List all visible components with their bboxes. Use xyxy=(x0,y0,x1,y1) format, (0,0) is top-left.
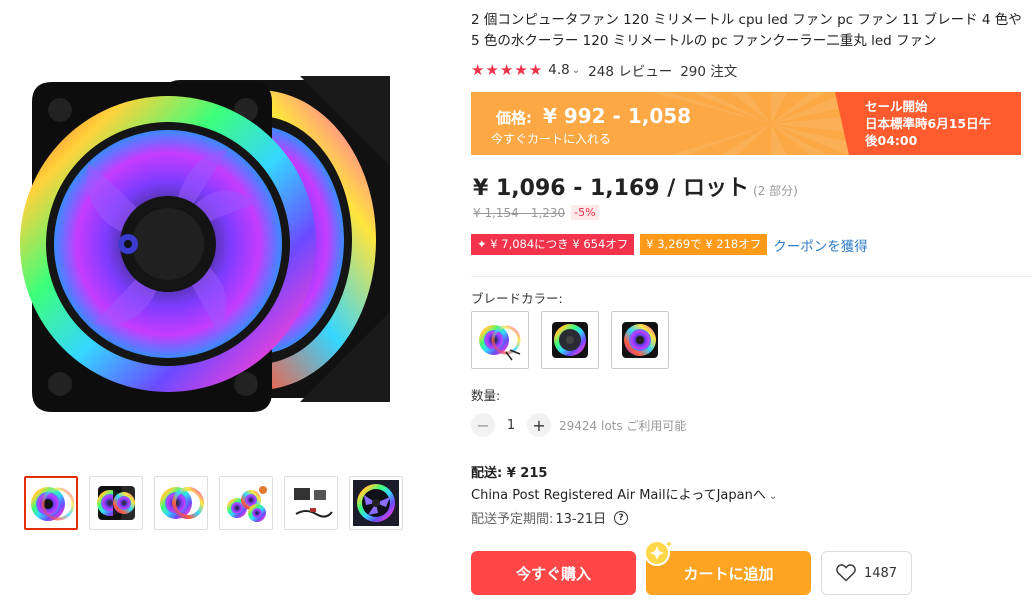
heart-icon[interactable] xyxy=(836,564,856,582)
star-icon: ★ xyxy=(528,61,543,79)
current-price-value: ¥ 1,096 - 1,169 / ロット xyxy=(473,176,749,201)
variant-option-1[interactable] xyxy=(471,311,529,369)
quantity-label: 数量: xyxy=(471,388,501,403)
add-to-cart-button[interactable]: カートに追加 xyxy=(644,540,811,595)
promo-subtitle: 今すぐカートに入れる xyxy=(491,132,612,146)
main-product-image[interactable] xyxy=(18,62,418,422)
shipping-cost: 配送: ¥ 215 xyxy=(471,466,548,481)
sale-start-line3: 後04:00 xyxy=(865,133,918,148)
original-price-row: ¥ 1,154 - 1,230 -5% xyxy=(473,205,599,220)
star-icon: ★ xyxy=(485,61,499,79)
fan-front-shape xyxy=(20,82,316,412)
sale-start-line1: セール開始 xyxy=(865,99,928,114)
buy-now-button[interactable]: 今すぐ購入 xyxy=(471,551,636,595)
plus-icon[interactable]: + xyxy=(527,413,551,437)
original-price: ¥ 1,154 - 1,230 xyxy=(473,205,566,220)
unit-note: (2 部分) xyxy=(752,184,798,198)
thumbnail-5[interactable] xyxy=(284,476,338,530)
add-to-cart-label[interactable]: カートに追加 xyxy=(683,563,773,584)
sparkle-badge-icon xyxy=(644,540,672,566)
thumbnail-6[interactable] xyxy=(349,476,403,530)
shipping-method-text[interactable]: China Post Registered Air MailによってJapanへ xyxy=(471,488,766,503)
chevron-down-icon[interactable]: ⌄ xyxy=(769,491,777,502)
thumbnail-2[interactable] xyxy=(89,476,143,530)
coupon-select[interactable]: ¥ 3,269で ¥ 218オフ xyxy=(640,234,768,255)
quantity-stepper: − 1 + 29424 lots ご利用可能 xyxy=(471,413,686,437)
sale-start-line2: 日本標準時6月15日午 xyxy=(865,116,992,131)
quantity-value[interactable]: 1 xyxy=(495,418,527,433)
chevron-down-icon[interactable]: ⌄ xyxy=(572,65,580,76)
question-icon[interactable]: ? xyxy=(614,510,629,525)
coupon-store[interactable]: ✦ ¥ 7,084につき ¥ 654オフ xyxy=(471,234,635,255)
rating-row: ★ ★ ★ ★ ★ 4.8 ⌄ 248 レビュー 290 注文 xyxy=(471,60,737,80)
star-icon: ★ xyxy=(471,61,485,79)
thumbnail-strip xyxy=(24,476,403,530)
promo-price-value: ¥ 992 - 1,058 xyxy=(542,104,692,128)
star-icon: ★ xyxy=(514,61,528,79)
blade-color-label: ブレードカラー: xyxy=(471,291,563,306)
shipping-method[interactable]: China Post Registered Air MailによってJapanへ… xyxy=(471,484,785,503)
promo-banner: 価格: ¥ 992 - 1,058 今すぐカートに入れる セール開始 日本標準時… xyxy=(471,92,1021,155)
star-icon: ★ xyxy=(499,61,514,79)
rating-value[interactable]: 4.8 xyxy=(548,62,569,78)
promo-price: 価格: ¥ 992 - 1,058 xyxy=(496,104,691,128)
reviews-link[interactable]: 248 レビュー xyxy=(588,60,672,80)
product-title: 2 個コンピュータファン 120 ミリメートル cpu led ファン pc フ… xyxy=(471,12,1022,49)
promo-price-label: 価格: xyxy=(496,109,532,127)
thumbnail-3[interactable] xyxy=(154,476,208,530)
get-coupon-link[interactable]: クーポンを獲得 xyxy=(773,235,868,255)
minus-icon[interactable]: − xyxy=(471,413,495,437)
eta-value: 13-21日 xyxy=(555,512,607,527)
thumbnail-4[interactable] xyxy=(219,476,273,530)
variant-option-2[interactable] xyxy=(541,311,599,369)
current-price: ¥ 1,096 - 1,169 / ロット (2 部分) xyxy=(473,170,798,202)
thumbnail-1[interactable] xyxy=(24,476,78,530)
eta-label: 配送予定期間: xyxy=(471,512,554,527)
rating-stars: ★ ★ ★ ★ ★ xyxy=(471,61,542,79)
orders-count: 290 注文 xyxy=(680,64,738,80)
wishlist-count: 1487 xyxy=(863,565,898,581)
wishlist-button[interactable]: 1487 xyxy=(821,551,912,595)
coupon-row: ✦ ¥ 7,084につき ¥ 654オフ ¥ 3,269で ¥ 218オフ クー… xyxy=(471,234,868,255)
available-lots: 29424 lots ご利用可能 xyxy=(559,418,687,433)
delivery-estimate: 配送予定期間: 13-21日 ? xyxy=(471,508,629,527)
discount-badge: -5% xyxy=(571,205,599,220)
sale-start-box: セール開始 日本標準時6月15日午 後04:00 xyxy=(835,92,1021,155)
divider xyxy=(471,276,1032,277)
blade-color-options xyxy=(471,311,669,369)
variant-option-3[interactable] xyxy=(611,311,669,369)
promo-price-box: 価格: ¥ 992 - 1,058 今すぐカートに入れる xyxy=(471,92,849,155)
